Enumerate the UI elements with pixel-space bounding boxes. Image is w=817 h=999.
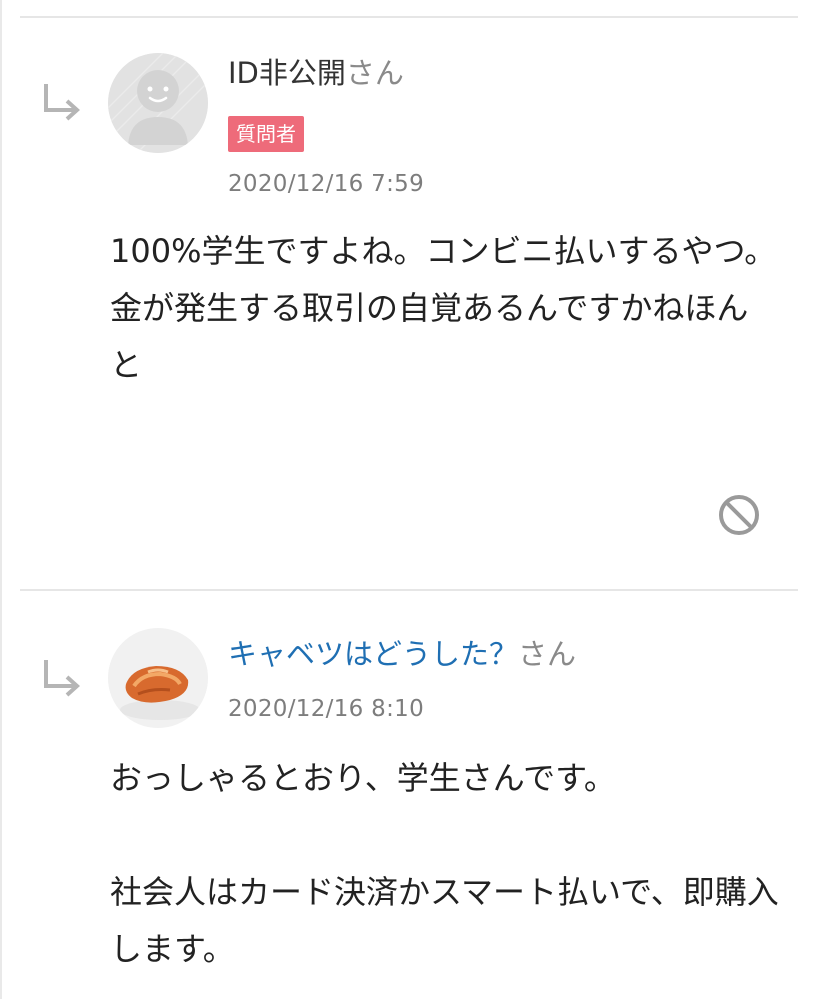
answer-body: おっしゃるとおり、学生さんです。 社会人はカード決済かスマート払いで、即購入しま… [110,750,780,978]
questioner-badge: 質問者 [228,116,304,152]
author-line: ID非公開さん [228,55,404,91]
avatar[interactable] [108,628,208,728]
author-suffix: さん [345,56,404,90]
post-date: 2020/12/16 7:59 [228,171,425,197]
author-suffix: さん [518,637,577,671]
thread-left-rule [0,0,2,999]
answer-body-line [110,807,780,864]
reply-arrow-icon [44,660,80,697]
food-photo-avatar-icon [108,628,208,728]
top-divider [20,16,798,18]
answer-divider [20,589,798,591]
answer-body: 100%学生ですよね。コンビニ払いするやつ。 金が発生する取引の自覚あるんですか… [110,223,780,394]
block-icon[interactable] [717,493,761,537]
avatar[interactable] [108,53,208,153]
answer-body-line: 金が発生する取引の自覚あるんですかねほんと [110,289,749,384]
default-user-avatar-icon [108,53,208,153]
post-date: 2020/12/16 8:10 [228,696,425,722]
author-line: キャベツはどうした？さん [228,636,576,672]
answer-body-line: 100%学生ですよね。コンビニ払いするやつ。 [110,232,777,270]
reply-arrow-icon [44,84,80,121]
author-name: ID非公開 [228,56,346,90]
author-name-link[interactable]: キャベツはどうした？ [228,637,518,671]
answer-body-line: おっしゃるとおり、学生さんです。 [110,759,616,797]
answer-body-line: 社会人はカード決済かスマート払いで、即購入します。 [110,873,779,968]
